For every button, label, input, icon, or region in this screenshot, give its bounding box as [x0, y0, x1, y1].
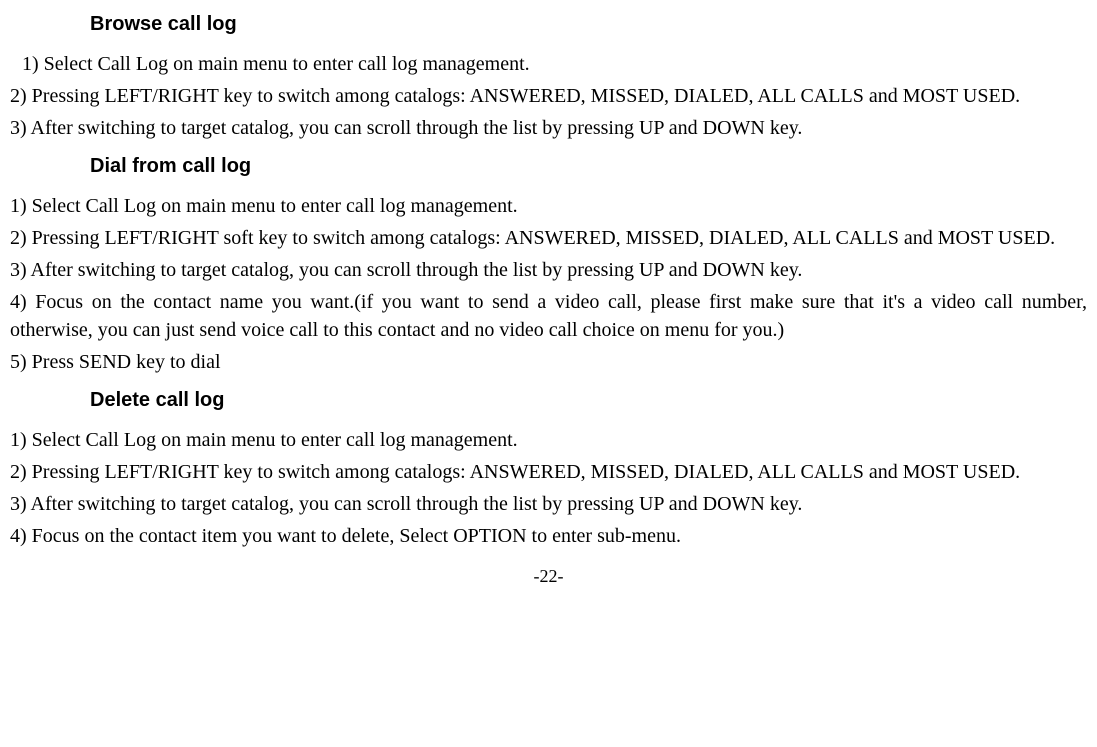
dial-step-5: 5) Press SEND key to dial	[10, 348, 1087, 376]
browse-step-3: 3) After switching to target catalog, yo…	[10, 114, 1087, 142]
delete-step-2: 2) Pressing LEFT/RIGHT key to switch amo…	[10, 458, 1087, 486]
dial-step-4: 4) Focus on the contact name you want.(i…	[10, 288, 1087, 344]
heading-browse-call-log: Browse call log	[90, 10, 1087, 38]
document-page: Browse call log 1) Select Call Log on ma…	[0, 10, 1097, 589]
heading-delete-call-log: Delete call log	[90, 386, 1087, 414]
page-number: -22-	[10, 564, 1087, 589]
dial-step-2: 2) Pressing LEFT/RIGHT soft key to switc…	[10, 224, 1087, 252]
delete-step-3: 3) After switching to target catalog, yo…	[10, 490, 1087, 518]
delete-step-4: 4) Focus on the contact item you want to…	[10, 522, 1087, 550]
dial-step-1: 1) Select Call Log on main menu to enter…	[10, 192, 1087, 220]
browse-step-2: 2) Pressing LEFT/RIGHT key to switch amo…	[10, 82, 1087, 110]
browse-step-1: 1) Select Call Log on main menu to enter…	[10, 50, 1087, 78]
heading-dial-from-call-log: Dial from call log	[90, 152, 1087, 180]
dial-step-3: 3) After switching to target catalog, yo…	[10, 256, 1087, 284]
delete-step-1: 1) Select Call Log on main menu to enter…	[10, 426, 1087, 454]
